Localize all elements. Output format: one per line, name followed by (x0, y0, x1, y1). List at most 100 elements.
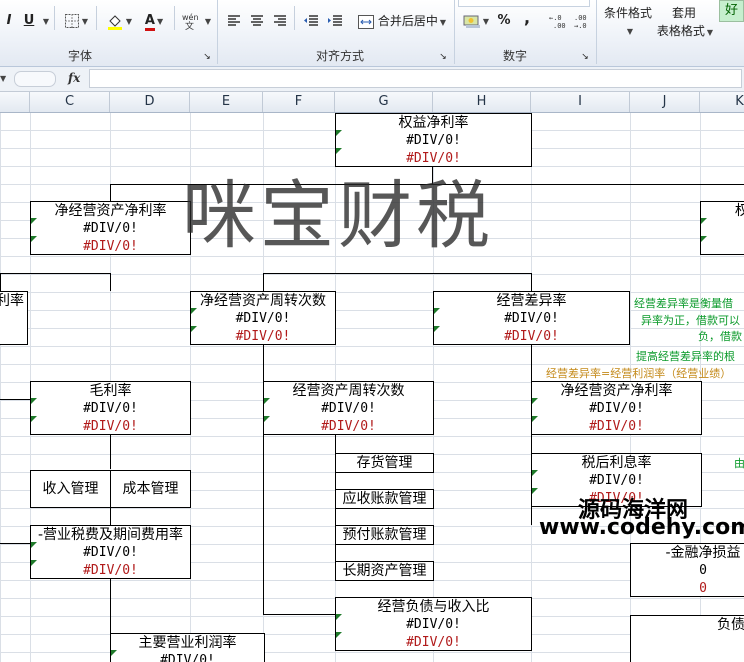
ar-mgmt-cell[interactable]: 应收账款管理 (335, 489, 434, 509)
currency-format-button[interactable]: ▼ (460, 10, 492, 32)
prepaid-mgmt-cell[interactable]: 预付账款管理 (335, 525, 434, 545)
column-header-c[interactable]: C (30, 92, 110, 112)
column-header-d[interactable]: D (110, 92, 190, 112)
roe-value-prior: #DIV/0! (406, 151, 461, 166)
formula-bar: ▼ fx (0, 67, 744, 92)
align-left-button[interactable] (224, 10, 244, 32)
note-text: 由 (734, 457, 744, 470)
noa-margin2-value: #DIV/0! (589, 401, 644, 416)
noa-turnover-value: #DIV/0! (235, 311, 291, 326)
fin-loss-title: -金融净损益 (665, 545, 741, 561)
group-divider (454, 0, 455, 64)
underline-button[interactable]: U (18, 10, 40, 32)
lta-mgmt-cell[interactable]: 长期资产管理 (335, 561, 434, 581)
font-group-label: 字体 (67, 49, 92, 63)
ribbon: I U ▼ ▼ ▼ A ▼ wén 文 ▼ 字体 ↘ 合并后居中 ▼ 对齐方式 ↘ ▼ (0, 0, 744, 67)
underline-dropdown-icon[interactable]: ▼ (40, 10, 50, 32)
connector-line (531, 273, 532, 291)
name-box-dropdown-icon[interactable]: ▼ (0, 72, 10, 86)
noa-turnover-box[interactable]: 净经营资产周转次数 #DIV/0! #DIV/0! (190, 291, 336, 345)
noa-margin-box[interactable]: 净经营资产净利率 #DIV/0! #DIV/0! (30, 201, 191, 255)
increase-indent-icon (328, 14, 342, 26)
inventory-mgmt-cell[interactable]: 存货管理 (335, 453, 434, 473)
column-header-j[interactable]: J (630, 92, 700, 112)
style-good-cell[interactable]: 好 (719, 0, 744, 22)
left-partial-box[interactable]: 利率 (0, 291, 28, 345)
merge-center-label: 合并后居中 (377, 14, 438, 28)
decrease-decimal-button[interactable]: .00 →.0 (572, 10, 594, 32)
income-mgmt-cell[interactable]: 收入管理 (31, 471, 110, 507)
column-header-h[interactable]: H (433, 92, 531, 112)
connector-line (110, 184, 744, 185)
roe-box[interactable]: 权益净利率 #DIV/0! #DIV/0! (335, 113, 532, 167)
align-group-label: 对齐方式 (315, 49, 364, 63)
group-divider (596, 0, 597, 64)
ribbon-separator (294, 6, 295, 30)
connector-line (531, 345, 532, 383)
after-tax-rate-value: #DIV/0! (589, 473, 644, 488)
mgmt-row: 收入管理 成本管理 (30, 470, 191, 508)
increase-indent-button[interactable] (324, 10, 346, 32)
comma-format-button[interactable]: , (518, 10, 536, 32)
connector-line (0, 543, 30, 544)
font-color-button[interactable]: A ▼ (138, 10, 170, 32)
column-header-e[interactable]: E (190, 92, 263, 112)
tax-expense-box[interactable]: -营业税费及期间费用率 #DIV/0! #DIV/0! (30, 525, 191, 579)
column-header-k[interactable]: K (700, 92, 744, 112)
formula-input[interactable] (89, 69, 742, 88)
phonetic-button[interactable]: wén 文 ▼ (178, 10, 214, 32)
right-top-box-partial[interactable]: 权 (700, 201, 744, 255)
column-header-g[interactable]: G (335, 92, 433, 112)
align-right-button[interactable] (270, 10, 290, 32)
svg-text:.00: .00 (574, 14, 587, 22)
insert-function-button[interactable]: fx (68, 69, 86, 88)
fin-loss-box[interactable]: -金融净损益 0 0 (630, 543, 744, 597)
worksheet-grid[interactable]: 权益净利率 #DIV/0! #DIV/0! 净经营资产净利率 #DIV/0! #… (0, 113, 744, 662)
liab-partial-box[interactable]: 负债 (630, 615, 744, 662)
align-dialog-launcher[interactable]: ↘ (436, 46, 450, 68)
op-diff-value: #DIV/0! (504, 311, 559, 326)
op-liab-ratio-box[interactable]: 经营负债与收入比 #DIV/0! #DIV/0! (335, 597, 532, 651)
increase-decimal-button[interactable]: ←.0.00 (548, 10, 570, 32)
conditional-format-dropdown-icon[interactable]: ▼ (624, 20, 634, 42)
decrease-decimal-icon: .00→.0 (574, 14, 587, 29)
border-button[interactable]: ▼ (60, 10, 92, 32)
number-format-select[interactable] (458, 0, 590, 7)
paint-bucket-icon (107, 14, 122, 30)
main-profit-box[interactable]: 主要营业利润率 #DIV/0! (110, 633, 265, 662)
merge-center-button[interactable]: 合并后居中 ▼ (354, 10, 450, 32)
site-watermark-url: www.codehy.com (539, 515, 744, 540)
align-right-icon (274, 14, 286, 26)
align-center-button[interactable] (247, 10, 267, 32)
column-header-b-partial[interactable] (0, 92, 30, 112)
noa-margin-title: 净经营资产净利率 (54, 203, 167, 219)
connector-line (110, 184, 111, 202)
formula-bar-resize-handle[interactable] (14, 71, 56, 87)
decrease-indent-button[interactable] (300, 10, 322, 32)
font-dialog-launcher[interactable]: ↘ (200, 46, 214, 68)
connector-line (0, 273, 111, 274)
table-format-button[interactable]: 表格格式 ▼ (654, 20, 716, 42)
connector-line (263, 345, 264, 383)
noa-turnover-value-prior: #DIV/0! (235, 329, 291, 344)
currency-icon (463, 15, 480, 28)
connector-line (110, 579, 111, 633)
liab-partial-title: 负债 (717, 617, 744, 633)
number-dialog-launcher[interactable]: ↘ (578, 46, 592, 68)
column-header-f[interactable]: F (263, 92, 335, 112)
tax-expense-value: #DIV/0! (83, 545, 138, 560)
connector-line (110, 435, 111, 469)
oa-turnover-box[interactable]: 经营资产周转次数 #DIV/0! #DIV/0! (263, 381, 434, 435)
gross-margin-box[interactable]: 毛利率 #DIV/0! #DIV/0! (30, 381, 191, 435)
main-profit-value: #DIV/0! (160, 653, 215, 662)
cost-mgmt-cell[interactable]: 成本管理 (111, 471, 190, 507)
op-liab-ratio-title: 经营负债与收入比 (377, 599, 490, 615)
table-format-label: 表格格式 (656, 24, 705, 38)
percent-format-button[interactable]: % (494, 10, 514, 32)
column-header-i[interactable]: I (531, 92, 630, 112)
noa-margin2-box[interactable]: 净经营资产净利率 #DIV/0! #DIV/0! (531, 381, 702, 435)
op-diff-box[interactable]: 经营差异率 #DIV/0! #DIV/0! (433, 291, 630, 345)
italic-button[interactable]: I (2, 10, 16, 32)
connector-line (531, 507, 532, 525)
fill-color-button[interactable]: ▼ (102, 10, 136, 32)
